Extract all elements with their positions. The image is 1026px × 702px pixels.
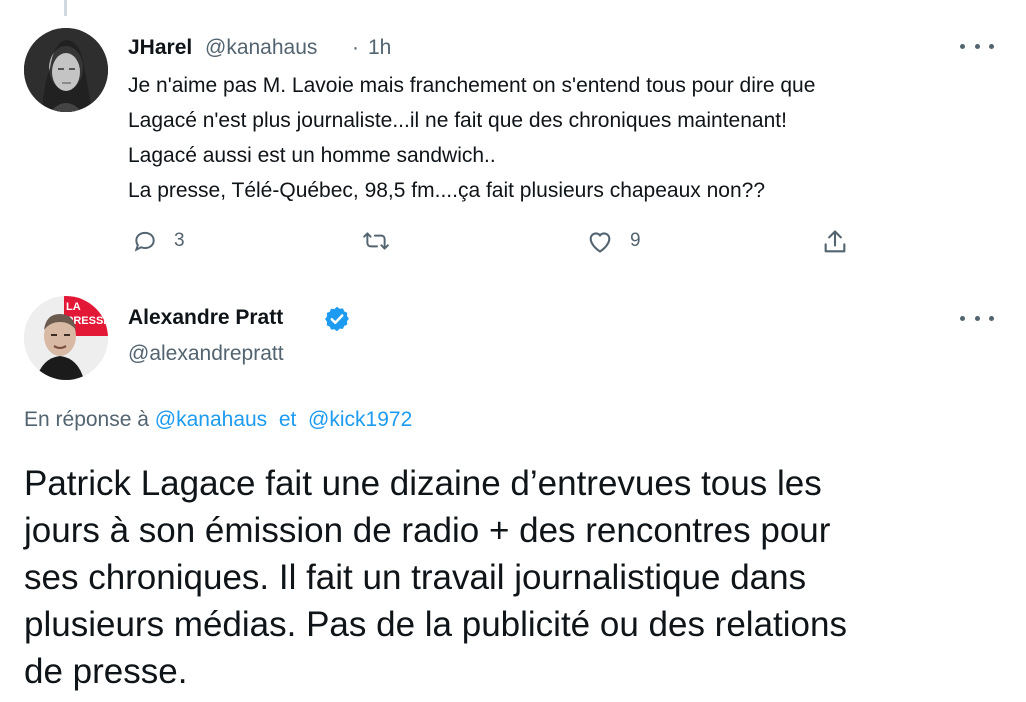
more-icon[interactable] — [960, 308, 994, 328]
more-icon[interactable] — [960, 36, 994, 56]
reply-joiner: et — [278, 408, 297, 431]
reply-icon — [134, 231, 155, 252]
share-button[interactable] — [821, 228, 849, 256]
mention-kanahaus[interactable]: @kanahaus — [155, 408, 267, 431]
author-name[interactable]: Alexandre Pratt — [128, 306, 283, 330]
verified-icon — [325, 306, 349, 332]
reply-button[interactable]: 3 — [132, 228, 185, 254]
retweet-icon — [363, 232, 389, 250]
reply-count: 3 — [174, 230, 185, 251]
svg-text:LA: LA — [66, 301, 81, 313]
reply-context: En réponse à @kanahaus et @kick1972 — [24, 408, 412, 432]
author-handle[interactable]: @alexandrepratt — [128, 342, 284, 366]
mention-kick1972[interactable]: @kick1972 — [308, 408, 412, 431]
author-name[interactable]: JHarel — [128, 36, 192, 60]
like-icon — [589, 232, 611, 253]
tweet-text: Patrick Lagace fait une dizaine d’entrev… — [24, 464, 847, 691]
reply-prefix: En réponse à — [24, 408, 149, 431]
thread-line-top — [64, 0, 67, 16]
like-button[interactable]: 9 — [586, 228, 641, 254]
retweet-button[interactable] — [362, 228, 406, 254]
time-separator: · — [352, 36, 359, 59]
tweet-text: Je n'aime pas M. Lavoie mais franchement… — [128, 74, 816, 202]
share-icon — [824, 230, 846, 253]
author-handle[interactable]: @kanahaus — [205, 36, 317, 60]
avatar-jharel[interactable] — [24, 28, 108, 112]
avatar-alexandre-pratt[interactable]: LA PRESSE — [24, 296, 108, 380]
like-count: 9 — [630, 230, 641, 251]
tweet-time[interactable]: 1h — [368, 36, 391, 60]
